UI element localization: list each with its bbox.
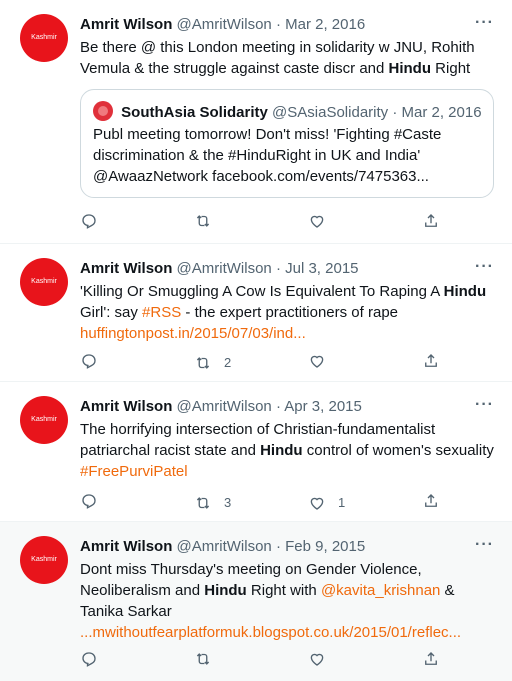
share-button[interactable] xyxy=(422,352,440,370)
share-icon xyxy=(425,494,437,507)
highlight-term: Hindu xyxy=(260,442,303,459)
heart-icon xyxy=(310,215,324,228)
author-handle[interactable]: @AmritWilson xyxy=(177,260,272,277)
tweet-text: Dont miss Thursday's meeting on Gender V… xyxy=(80,559,500,643)
reply-icon xyxy=(82,214,96,229)
text-part: Girl': say xyxy=(80,304,143,321)
author-name[interactable]: Amrit Wilson xyxy=(80,398,172,415)
separator: · xyxy=(271,16,286,33)
like-button[interactable]: 1 xyxy=(308,492,345,513)
mention-link[interactable]: @kavita_krishnan xyxy=(321,582,440,599)
separator: · xyxy=(271,260,286,277)
hashtag-link[interactable]: #FreePurviPatel xyxy=(80,463,188,480)
retweet-count: 3 xyxy=(224,495,232,510)
text-part: Right xyxy=(431,60,471,77)
tweet-1[interactable]: Kashmir ··· Amrit Wilson @AmritWilson · … xyxy=(0,0,512,244)
avatar[interactable]: Kashmir xyxy=(20,14,68,62)
avatar[interactable]: Kashmir xyxy=(20,258,68,306)
tweet-3[interactable]: Kashmir ··· Amrit Wilson @AmritWilson · … xyxy=(0,382,512,522)
tweet-text: The horrifying intersection of Christian… xyxy=(80,419,500,482)
tweet-date[interactable]: Jul 3, 2015 xyxy=(285,260,358,277)
reply-icon xyxy=(82,652,96,667)
tweet-text: Be there @ this London meeting in solida… xyxy=(80,37,500,79)
reply-icon xyxy=(82,494,96,509)
url-link[interactable]: huffingtonpost.in/2015/07/03/ind... xyxy=(80,325,306,342)
retweet-button[interactable] xyxy=(194,650,224,668)
like-button[interactable] xyxy=(308,650,338,668)
tweet-date[interactable]: Feb 9, 2015 xyxy=(285,538,365,555)
tweet-2[interactable]: Kashmir ··· Amrit Wilson @AmritWilson · … xyxy=(0,244,512,382)
quote-author-name: SouthAsia Solidarity xyxy=(121,104,268,121)
share-icon xyxy=(425,214,437,227)
like-button[interactable] xyxy=(308,352,338,370)
retweet-icon xyxy=(196,653,210,665)
highlight-term: Hindu xyxy=(443,283,487,300)
share-button[interactable] xyxy=(422,650,440,668)
quote-date: Mar 2, 2016 xyxy=(401,104,482,121)
tweet-actions xyxy=(80,212,472,236)
separator: · xyxy=(388,104,402,121)
author-handle[interactable]: @AmritWilson xyxy=(177,398,272,415)
highlight-term: Hindu xyxy=(388,60,432,77)
author-handle[interactable]: @AmritWilson xyxy=(177,16,272,33)
author-name[interactable]: Amrit Wilson xyxy=(80,260,172,277)
tweet-4[interactable]: Kashmir ··· Amrit Wilson @AmritWilson · … xyxy=(0,522,512,681)
quote-avatar xyxy=(93,101,113,121)
reply-button[interactable] xyxy=(80,212,98,230)
reply-button[interactable] xyxy=(80,492,98,510)
hashtag-link[interactable]: #RSS xyxy=(142,304,181,321)
quoted-tweet[interactable]: SouthAsia Solidarity @SAsiaSolidarity · … xyxy=(80,89,494,198)
tweet-actions xyxy=(80,650,472,674)
heart-icon xyxy=(310,355,324,368)
quote-text: Publ meeting tomorrow! Don't miss! 'Figh… xyxy=(93,126,442,185)
like-button[interactable] xyxy=(308,212,338,230)
tweet-actions: 2 xyxy=(80,352,472,376)
reply-icon xyxy=(82,354,96,369)
tweet-text: 'Killing Or Smuggling A Cow Is Equivalen… xyxy=(80,281,500,344)
retweet-button[interactable] xyxy=(194,212,224,230)
highlight-term: Hindu xyxy=(204,582,247,599)
text-part: control of women's sexuality xyxy=(302,442,494,459)
share-button[interactable] xyxy=(422,492,440,510)
heart-icon xyxy=(310,653,324,666)
url-link[interactable]: ...mwithoutfearplatformuk.blogspot.co.uk… xyxy=(80,624,461,641)
author-handle[interactable]: @AmritWilson xyxy=(177,538,272,555)
author-name[interactable]: Amrit Wilson xyxy=(80,538,172,555)
heart-icon xyxy=(310,497,324,510)
tweet-date[interactable]: Mar 2, 2016 xyxy=(285,16,365,33)
text-part: - the expert practitioners of rape xyxy=(181,304,399,321)
separator: · xyxy=(271,538,286,555)
reply-button[interactable] xyxy=(80,650,98,668)
share-icon xyxy=(425,652,437,665)
retweet-count: 2 xyxy=(224,355,232,370)
retweet-button[interactable]: 2 xyxy=(194,352,231,373)
retweet-button[interactable]: 3 xyxy=(194,492,231,513)
like-count: 1 xyxy=(338,495,346,510)
avatar[interactable]: Kashmir xyxy=(20,536,68,584)
tweet-date[interactable]: Apr 3, 2015 xyxy=(284,398,362,415)
share-icon xyxy=(425,354,437,367)
avatar[interactable]: Kashmir xyxy=(20,396,68,444)
reply-button[interactable] xyxy=(80,352,98,370)
retweet-icon xyxy=(196,356,210,369)
separator: · xyxy=(271,398,285,415)
text-part: Right with xyxy=(246,582,321,599)
retweet-icon xyxy=(196,215,210,227)
retweet-icon xyxy=(196,496,210,509)
author-name[interactable]: Amrit Wilson xyxy=(80,16,172,33)
quote-author-handle: @SAsiaSolidarity xyxy=(272,104,389,121)
tweet-actions: 3 1 xyxy=(80,492,472,516)
share-button[interactable] xyxy=(422,212,440,230)
text-part: 'Killing Or Smuggling A Cow Is Equivalen… xyxy=(80,283,444,300)
